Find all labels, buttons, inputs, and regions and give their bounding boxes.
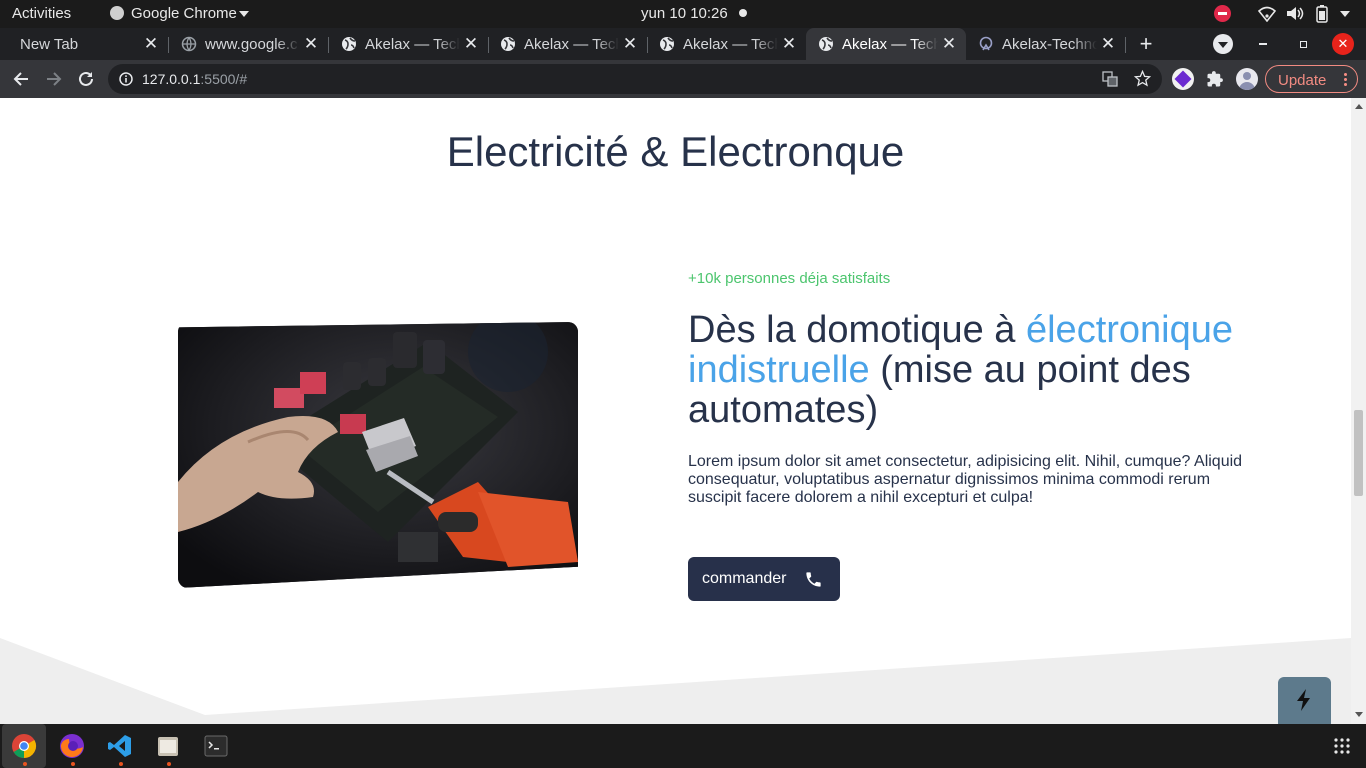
update-button[interactable]: Update [1265,65,1358,93]
lightning-icon [1297,689,1310,711]
running-indicator [119,762,123,766]
show-applications-button[interactable] [1320,724,1364,768]
page-viewport: Electricité & Electronque +10k personnes… [0,98,1351,724]
network-icon[interactable] [1258,5,1276,22]
scrollbar-thumb[interactable] [1354,410,1363,496]
app-menu-chevron-icon [239,11,249,17]
tab-label: Akelax — Tech [683,35,778,53]
minimize-icon[interactable] [1252,34,1274,54]
app-grid-icon [1334,738,1350,754]
chrome-menu-icon [1344,72,1347,87]
section-headline: Dès la domotique à électronique indistru… [688,310,1288,430]
app-menu-label[interactable]: Google Chrome [131,5,237,22]
tab-label: New Tab [20,35,79,53]
phone-icon [806,572,821,587]
floating-action-button[interactable] [1278,677,1331,724]
files-icon [158,737,178,756]
commander-button[interactable]: commander [688,557,840,601]
bookmark-star-icon[interactable] [1134,70,1151,87]
tab-close-icon[interactable]: ✕ [1097,34,1119,54]
system-menu-chevron-icon[interactable] [1340,11,1350,17]
scroll-up-arrow-icon[interactable] [1355,104,1363,109]
update-button-label: Update [1278,72,1327,89]
site-info-icon[interactable] [119,72,133,86]
do-not-disturb-icon[interactable] [1214,5,1231,22]
dock [0,724,1366,768]
extension-hexagon-icon[interactable] [1172,68,1194,90]
restore-icon[interactable] [1292,34,1314,54]
tab-strip: New Tab ✕ www.google.c ✕ Akelax — Tech ✕… [0,28,1366,60]
tab-close-icon[interactable]: ✕ [460,34,482,54]
reload-icon[interactable] [77,70,95,88]
back-arrow-icon[interactable] [12,70,30,88]
tab-close-icon[interactable]: ✕ [938,34,960,54]
chrome-icon [12,734,37,758]
tab-akelax-techno[interactable]: Akelax-Techno ✕ [966,28,1125,60]
tab-close-icon[interactable]: ✕ [619,34,641,54]
running-indicator [23,762,27,766]
tab-akelax-2[interactable]: Akelax — Tech ✕ [488,28,647,60]
running-indicator [167,762,171,766]
globe-icon [342,37,356,51]
notification-dot-icon [739,9,747,17]
akelax-logo-icon [979,36,993,51]
url-host: 127.0.0.1 [142,71,201,87]
tab-label: Akelax — Tech [524,35,619,53]
tab-close-icon[interactable]: ✕ [778,34,800,54]
tab-divider [1125,37,1126,53]
running-indicator [71,762,75,766]
dock-firefox[interactable] [50,724,94,768]
scroll-down-arrow-icon[interactable] [1355,712,1363,717]
tab-akelax-1[interactable]: Akelax — Tech ✕ [329,28,488,60]
profile-avatar[interactable] [1236,68,1258,90]
section-title: Electricité & Electronque [446,128,905,175]
globe-icon [501,37,515,51]
tab-label: www.google.c [205,35,298,53]
chrome-app-icon [110,6,124,20]
tab-search-icon[interactable] [1213,34,1233,54]
globe-icon [819,37,833,51]
tab-close-icon[interactable]: ✕ [300,34,322,54]
firefox-icon [60,734,84,758]
browser-toolbar: 127.0.0.1:5500/# Update [0,60,1366,98]
globe-icon [660,37,674,51]
activities-button[interactable]: Activities [12,5,71,22]
tab-akelax-active[interactable]: Akelax — Tech ✕ [806,28,966,60]
battery-icon[interactable] [1316,5,1328,23]
forward-arrow-icon[interactable] [45,70,63,88]
translate-icon[interactable] [1102,71,1118,87]
section-description: Lorem ipsum dolor sit amet consectetur, … [688,453,1243,506]
dock-files[interactable] [146,724,190,768]
volume-icon[interactable] [1286,5,1304,22]
headline-part: Dès la domotique à [688,309,1026,351]
commander-button-label: commander [702,570,787,587]
tab-google[interactable]: www.google.c ✕ [169,28,328,60]
dock-terminal[interactable] [194,724,238,768]
clock[interactable]: yun 10 10:26 [641,5,728,22]
page-scrollbar[interactable] [1351,98,1366,724]
url-text: 127.0.0.1:5500/# [142,71,247,87]
globe-icon [181,36,197,52]
vscode-icon [108,735,131,757]
tab-new-tab[interactable]: New Tab ✕ [8,28,168,60]
electronics-repair-image [178,322,578,588]
satisfied-customers-eyebrow: +10k personnes déja satisfaits [688,270,891,287]
dock-chrome[interactable] [2,724,46,768]
dock-vscode[interactable] [98,724,142,768]
tab-label: Akelax — Tech [842,35,938,53]
address-bar[interactable]: 127.0.0.1:5500/# [108,64,1162,94]
new-tab-plus-icon[interactable]: + [1133,31,1159,56]
system-top-bar: Activities Google Chrome yun 10 10:26 [0,0,1366,28]
tab-label: Akelax-Techno [1002,35,1097,53]
tab-close-icon[interactable]: ✕ [140,34,162,54]
close-window-icon[interactable]: ✕ [1332,33,1354,55]
extensions-puzzle-icon[interactable] [1206,70,1224,88]
url-path: :5500/# [200,71,248,87]
tab-label: Akelax — Tech [365,35,460,53]
tab-akelax-3[interactable]: Akelax — Tech ✕ [647,28,806,60]
terminal-icon [204,735,228,757]
